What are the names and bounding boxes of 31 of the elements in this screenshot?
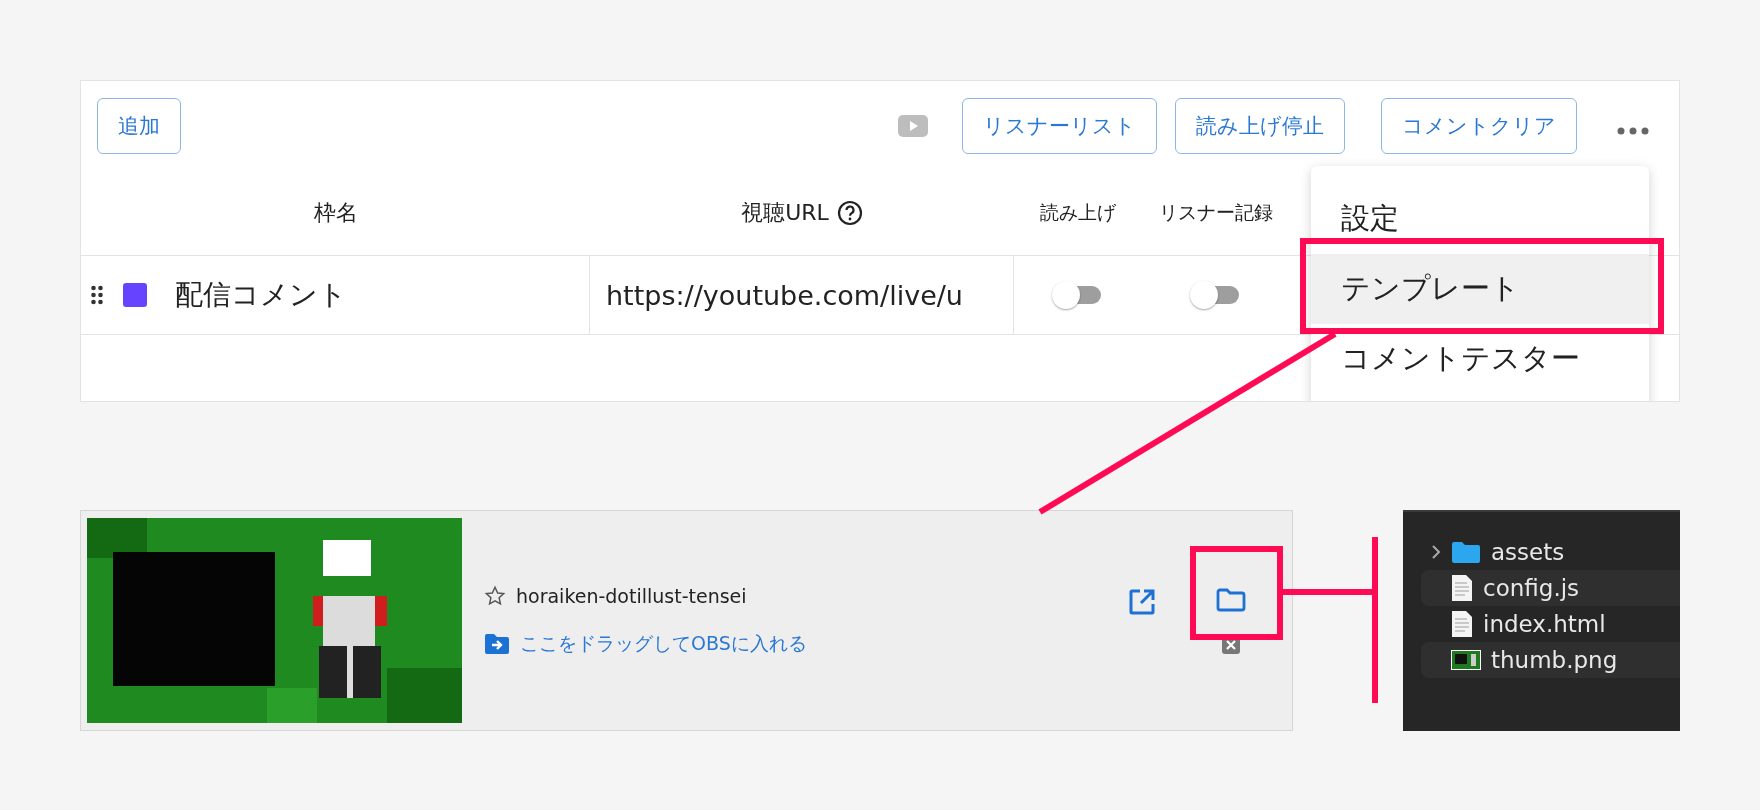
document-icon (1451, 610, 1473, 638)
file-row[interactable]: config.js (1421, 570, 1680, 606)
toolbar-button[interactable]: コメントクリア (1381, 98, 1577, 154)
column-header: 枠名 (313, 199, 358, 227)
star-icon[interactable] (484, 584, 506, 607)
image-file-icon (1451, 650, 1481, 670)
url-text: https://youtube.com/live/u (606, 279, 963, 311)
file-row[interactable]: assets (1421, 534, 1680, 570)
chevron-icon[interactable] (1431, 544, 1441, 560)
help-icon[interactable] (836, 200, 863, 226)
drag-handle-icon[interactable] (91, 285, 103, 305)
toolbar-button[interactable]: 読み上げ停止 (1175, 98, 1345, 154)
more-icon[interactable] (1617, 127, 1649, 135)
column-header: 視聴URL (741, 199, 829, 227)
folder-icon[interactable] (1216, 587, 1246, 612)
open-external-icon[interactable] (1128, 587, 1156, 616)
menu-item[interactable]: コメントテスター (1311, 324, 1649, 394)
menu-item[interactable]: 設定 (1311, 184, 1649, 254)
toolbar-button[interactable]: リスナーリスト (962, 98, 1157, 154)
template-name: horaiken-dotillust-tensei (516, 584, 747, 607)
column-header: 読み上げ (1039, 200, 1116, 225)
menu-item[interactable]: テンプレート (1311, 254, 1649, 324)
folder-arrow-icon (484, 632, 510, 655)
add-button[interactable]: 追加 (97, 98, 181, 154)
drag-link[interactable]: ここをドラッグしてOBSに入れる (520, 630, 807, 657)
document-icon (1451, 574, 1473, 602)
file-row[interactable]: thumb.png (1421, 642, 1680, 678)
column-header: リスナー記録 (1159, 200, 1273, 225)
folder-icon (1451, 540, 1481, 564)
file-row[interactable]: index.html (1421, 606, 1680, 642)
frame-name: 配信コメント (175, 277, 347, 313)
